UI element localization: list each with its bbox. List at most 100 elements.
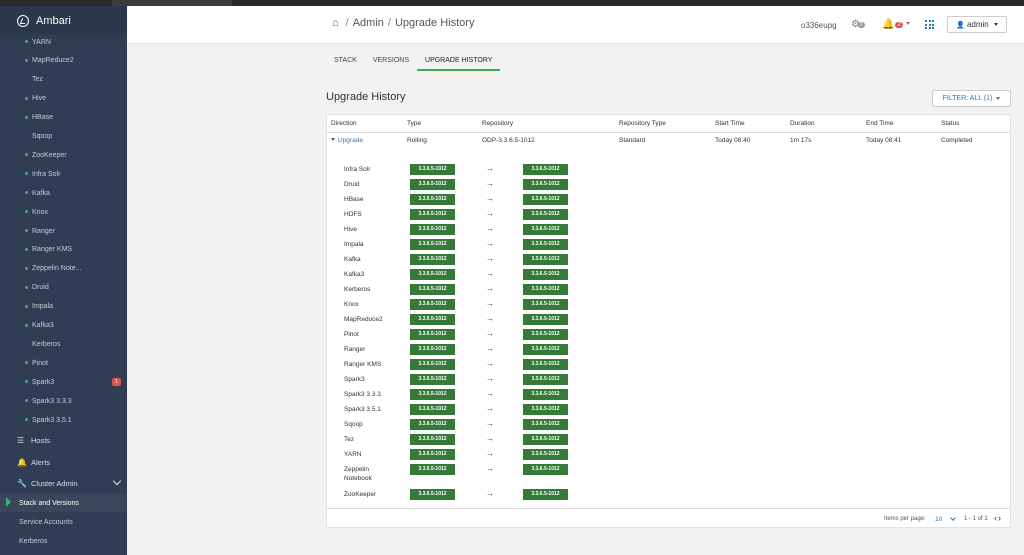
sidebar-service-item[interactable]: Infra Solr bbox=[0, 166, 127, 182]
sidebar-service-item[interactable]: Druid bbox=[0, 280, 127, 296]
nav-hosts[interactable]: ☰ Hosts bbox=[0, 431, 127, 449]
sidebar-service-label: Infra Solr bbox=[32, 170, 61, 178]
chevron-down-icon[interactable] bbox=[950, 515, 956, 521]
sidebar-service-item[interactable]: Tez bbox=[0, 72, 127, 88]
sidebar-service-item[interactable]: Zeppelin Note... bbox=[0, 261, 127, 277]
sidebar-service-item[interactable]: Knox bbox=[0, 204, 127, 220]
app-grid-icon[interactable] bbox=[925, 20, 935, 29]
sidebar-service-item[interactable]: ZooKeeper bbox=[0, 147, 127, 163]
sidebar-service-label: Ranger KMS bbox=[32, 246, 73, 254]
user-menu-button[interactable]: 👤 admin bbox=[947, 16, 1007, 33]
component-name: Knox bbox=[344, 301, 359, 308]
to-version-badge: 3.3.6.5-1012 bbox=[523, 224, 568, 235]
arrow-right-icon: → bbox=[486, 388, 494, 398]
sidebar-service-label: Spark3 3.3.3 bbox=[32, 397, 72, 405]
page-title: Upgrade History bbox=[326, 91, 406, 103]
row-type: Rolling bbox=[407, 137, 427, 144]
arrow-right-icon: → bbox=[486, 223, 494, 233]
status-dot-icon bbox=[25, 96, 28, 100]
component-name: Kafka3 bbox=[344, 271, 365, 278]
status-dot-icon bbox=[25, 380, 28, 384]
component-name: Kafka bbox=[344, 256, 361, 263]
sidebar-service-item[interactable]: Kafka bbox=[0, 185, 127, 201]
items-per-page-select[interactable]: 10 bbox=[935, 516, 942, 523]
header-repository[interactable]: Repository bbox=[482, 115, 513, 132]
to-version-badge: 3.3.6.5-1012 bbox=[523, 489, 568, 500]
from-version-badge: 3.3.6.5-1012 bbox=[410, 164, 455, 175]
header-type[interactable]: Type bbox=[407, 115, 421, 132]
row-direction[interactable]: Upgrade bbox=[331, 137, 363, 144]
component-name: Spark3 bbox=[344, 376, 365, 383]
sidebar-service-item[interactable]: Spark3 1 bbox=[0, 374, 127, 390]
upgrade-history-table: Direction Type Repository Repository Typ… bbox=[326, 114, 1011, 528]
sidebar-service-item[interactable]: Pinot bbox=[0, 355, 127, 371]
sidebar-service-item[interactable]: Hive bbox=[0, 91, 127, 107]
arrow-right-icon: → bbox=[486, 463, 494, 473]
to-version-badge: 3.3.6.5-1012 bbox=[523, 419, 568, 430]
sidebar-service-label: Tez bbox=[32, 76, 43, 84]
brand[interactable]: Ambari bbox=[0, 6, 127, 35]
header-repository-type[interactable]: Repository Type bbox=[619, 115, 666, 132]
sub-service-accounts[interactable]: Service Accounts bbox=[0, 513, 127, 531]
nav-cluster-admin[interactable]: 🔧 Cluster Admin bbox=[0, 474, 127, 492]
sidebar-service-item[interactable]: Spark3 3.5.1 bbox=[0, 412, 127, 428]
sidebar-service-item[interactable]: MapReduce2 bbox=[0, 53, 127, 69]
nav-hosts-label: Hosts bbox=[31, 435, 51, 445]
sidebar-service-label: Ranger bbox=[32, 227, 55, 235]
sidebar-service-label: Druid bbox=[32, 284, 49, 292]
sidebar-service-item[interactable]: Spark3 3.3.3 bbox=[0, 393, 127, 409]
pagination-arrows-icon[interactable]: ‹› bbox=[994, 513, 1002, 523]
from-version-badge: 3.3.6.5-1012 bbox=[410, 419, 455, 430]
arrow-right-icon: → bbox=[486, 163, 494, 173]
header-divider bbox=[327, 132, 1010, 133]
sidebar-service-item[interactable]: Impala bbox=[0, 299, 127, 315]
header-end-time[interactable]: End Time bbox=[866, 115, 893, 132]
sub-stack-versions[interactable]: Stack and Versions bbox=[0, 494, 127, 512]
arrow-right-icon: → bbox=[486, 358, 494, 368]
to-version-badge: 3.3.6.5-1012 bbox=[523, 284, 568, 295]
background-ops-button[interactable]: ⚙0 bbox=[851, 19, 865, 30]
component-name: HBase bbox=[344, 196, 364, 203]
nav-cluster-admin-label: Cluster Admin bbox=[31, 478, 78, 488]
status-dot-icon bbox=[25, 418, 28, 421]
tab-versions[interactable]: VERSIONS bbox=[365, 53, 417, 69]
sidebar-service-label: Zeppelin Note... bbox=[32, 265, 82, 273]
breadcrumb-admin[interactable]: Admin bbox=[353, 17, 384, 29]
component-name: Spark3 3.3.3 bbox=[344, 391, 381, 398]
nav-alerts[interactable]: 🔔 Alerts bbox=[0, 453, 127, 471]
status-dot-icon bbox=[25, 304, 28, 308]
sidebar-service-item[interactable]: Ranger bbox=[0, 223, 127, 239]
home-icon[interactable]: ⌂ bbox=[332, 17, 339, 29]
sidebar-service-item[interactable]: Ranger KMS bbox=[0, 242, 127, 258]
to-version-badge: 3.3.6.5-1012 bbox=[523, 269, 568, 280]
header-start-time[interactable]: Start Time bbox=[715, 115, 745, 132]
from-version-badge: 3.3.6.5-1012 bbox=[410, 489, 455, 500]
active-marker-icon bbox=[6, 497, 11, 507]
component-name: YARN bbox=[344, 451, 362, 458]
status-dot-icon bbox=[25, 210, 28, 214]
sidebar-service-label: Knox bbox=[32, 208, 48, 216]
arrow-right-icon: → bbox=[486, 298, 494, 308]
sub-kerberos[interactable]: Kerberos bbox=[0, 532, 127, 550]
sidebar-service-item[interactable]: Kerberos bbox=[0, 336, 127, 352]
status-dot-icon bbox=[25, 285, 28, 289]
sidebar-service-item[interactable]: Sqoop bbox=[0, 129, 127, 145]
from-version-badge: 3.3.6.5-1012 bbox=[410, 194, 455, 205]
status-dot-icon bbox=[25, 266, 28, 270]
sidebar-service-item[interactable]: Kafka3 bbox=[0, 318, 127, 334]
sidebar-service-item[interactable]: HBase bbox=[0, 110, 127, 126]
tab-upgrade-history[interactable]: UPGRADE HISTORY bbox=[417, 53, 501, 71]
header-status[interactable]: Status bbox=[941, 115, 959, 132]
sidebar-service-item[interactable]: YARN bbox=[0, 34, 127, 50]
header-duration[interactable]: Duration bbox=[790, 115, 815, 132]
row-direction-label: Upgrade bbox=[338, 137, 363, 144]
to-version-badge: 3.3.6.5-1012 bbox=[523, 179, 568, 190]
status-dot-icon bbox=[25, 399, 28, 403]
to-version-badge: 3.3.6.5-1012 bbox=[523, 374, 568, 385]
header-direction[interactable]: Direction bbox=[331, 115, 357, 132]
alerts-button[interactable]: 🔔 2 bbox=[882, 19, 910, 30]
filter-button[interactable]: FILTER: ALL (1) bbox=[932, 90, 1011, 107]
sidebar-service-label: HBase bbox=[32, 114, 54, 122]
to-version-badge: 3.3.6.5-1012 bbox=[523, 194, 568, 205]
tab-stack[interactable]: STACK bbox=[326, 53, 365, 69]
